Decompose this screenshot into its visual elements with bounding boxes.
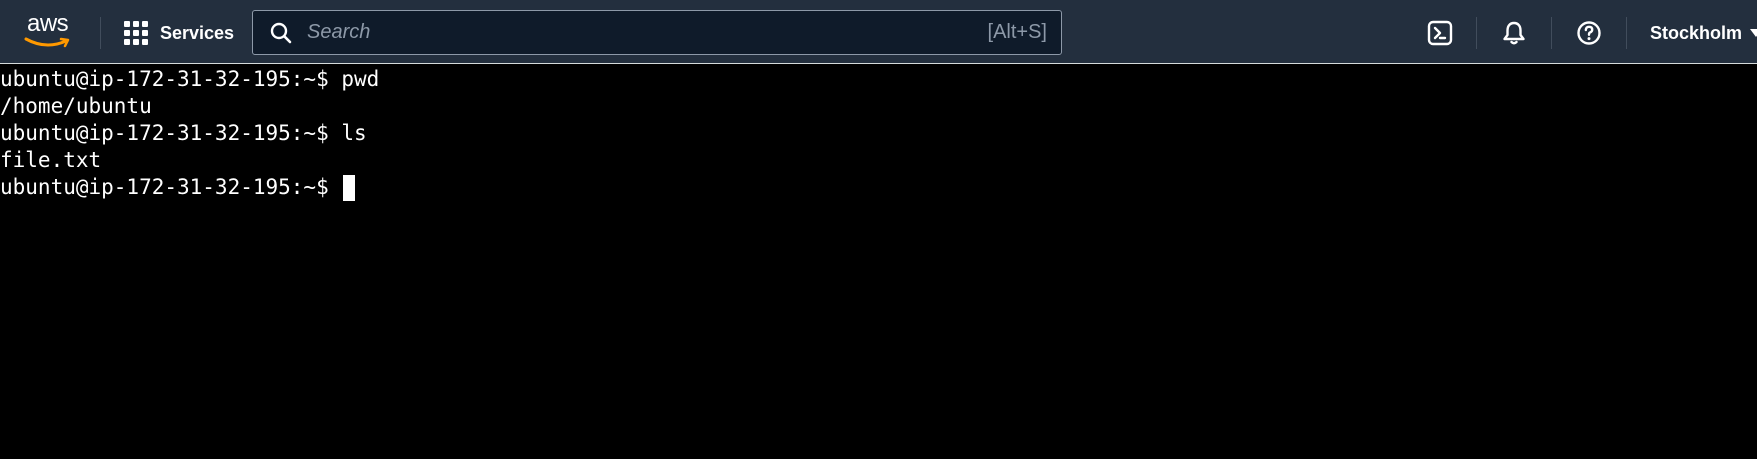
- aws-logo-text: aws: [27, 10, 69, 37]
- cloudshell-icon: [1427, 20, 1453, 46]
- terminal-cursor: [343, 175, 356, 201]
- aws-smile-icon: [24, 37, 70, 48]
- terminal-prompt: ubuntu@ip-172-31-32-195:~$: [0, 175, 329, 199]
- search-icon: [270, 22, 292, 43]
- help-icon: [1577, 21, 1601, 45]
- terminal-line: ubuntu@ip-172-31-32-195:~$: [0, 174, 1757, 201]
- terminal-line: file.txt: [0, 147, 1757, 174]
- terminal-line: ubuntu@ip-172-31-32-195:~$ pwd: [0, 66, 1757, 93]
- terminal-prompt: ubuntu@ip-172-31-32-195:~$: [0, 67, 329, 91]
- aws-logo[interactable]: aws: [24, 12, 80, 50]
- terminal-command: pwd: [328, 67, 380, 91]
- terminal-line: /home/ubuntu: [0, 93, 1757, 120]
- terminal-output-text: /home/ubuntu: [0, 94, 152, 118]
- services-label: Services: [160, 22, 235, 43]
- terminal-command: [329, 175, 342, 199]
- region-label: Stockholm: [1650, 22, 1743, 43]
- region-selector[interactable]: Stockholm: [1650, 18, 1757, 48]
- help-button[interactable]: [1575, 19, 1603, 47]
- search-bar[interactable]: [Alt+S]: [252, 10, 1062, 55]
- header-divider: [1476, 17, 1477, 49]
- search-shortcut-hint: [Alt+S]: [987, 21, 1047, 43]
- terminal-output[interactable]: ubuntu@ip-172-31-32-195:~$ pwd /home/ubu…: [0, 64, 1757, 459]
- services-grid-icon: [124, 21, 148, 45]
- bell-icon: [1503, 21, 1525, 45]
- cloudshell-button[interactable]: [1426, 19, 1454, 47]
- header-divider: [1626, 17, 1627, 49]
- caret-down-icon: [1750, 29, 1757, 37]
- services-menu-button[interactable]: Services: [124, 18, 234, 48]
- search-input[interactable]: [305, 20, 988, 45]
- terminal-command: ls: [328, 121, 367, 145]
- terminal-line: ubuntu@ip-172-31-32-195:~$ ls: [0, 120, 1757, 147]
- terminal-prompt: ubuntu@ip-172-31-32-195:~$: [0, 121, 329, 145]
- terminal-output-text: file.txt: [0, 148, 102, 172]
- header-divider: [100, 17, 101, 49]
- notifications-button[interactable]: [1500, 19, 1528, 47]
- header-divider: [1551, 17, 1552, 49]
- top-navigation-bar: aws Services [Alt+S]: [0, 0, 1757, 64]
